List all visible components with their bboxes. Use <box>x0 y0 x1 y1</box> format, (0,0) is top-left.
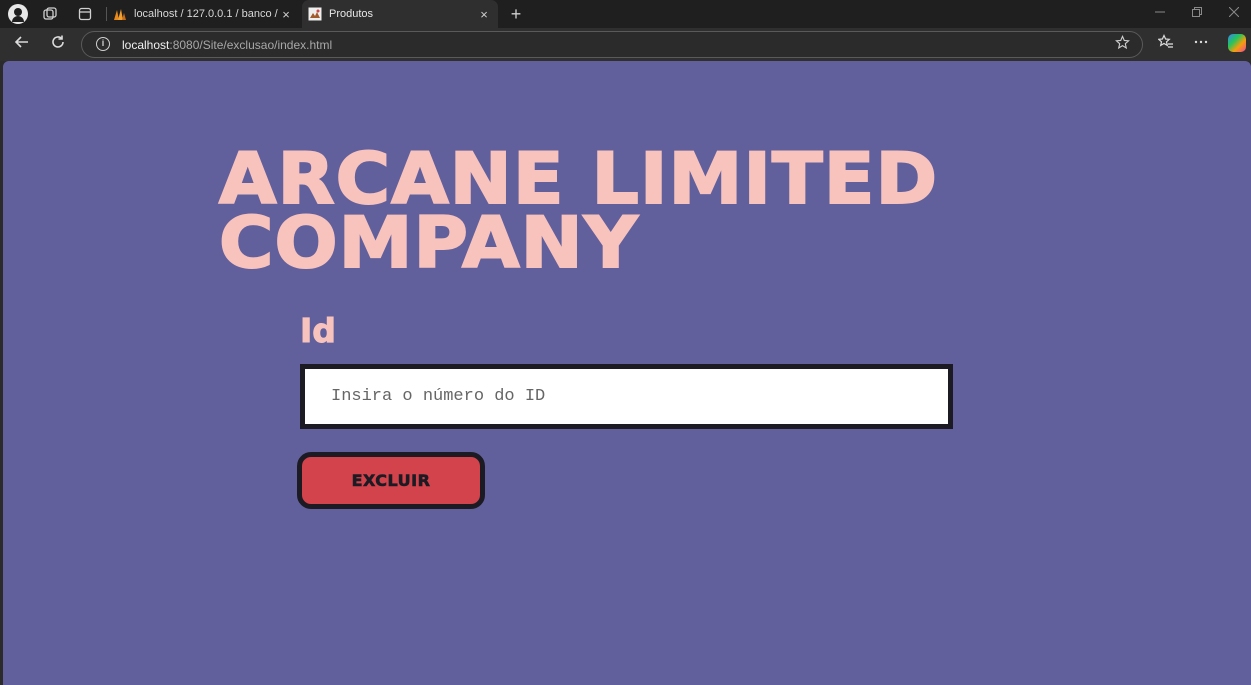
restore-icon[interactable] <box>1192 6 1202 20</box>
back-arrow-icon[interactable] <box>11 34 33 56</box>
workspaces-icon[interactable] <box>40 4 60 24</box>
phpmyadmin-favicon-icon <box>114 9 126 20</box>
tab-phpmyadmin[interactable]: localhost / 127.0.0.1 / banco / pro × <box>107 0 300 28</box>
copilot-icon[interactable] <box>1228 34 1246 52</box>
tab-produtos[interactable]: Produtos × <box>302 0 498 28</box>
tab-title: localhost / 127.0.0.1 / banco / pro <box>134 8 278 20</box>
close-tab-icon[interactable]: × <box>476 7 492 22</box>
url-host: localhost <box>122 38 170 52</box>
page-viewport: ARCANE LIMITED COMPANY Id EXCLUIR <box>3 61 1251 685</box>
minimize-icon[interactable] <box>1155 6 1165 20</box>
site-info-icon[interactable]: i <box>96 37 110 51</box>
browser-titlebar: localhost / 127.0.0.1 / banco / pro × Pr… <box>0 0 1251 28</box>
favorite-star-icon[interactable] <box>1115 35 1130 54</box>
produtos-favicon-icon <box>308 7 322 21</box>
url-text[interactable]: localhost:8080/Site/exclusao/index.html <box>122 38 332 52</box>
excluir-button[interactable]: EXCLUIR <box>297 452 485 509</box>
url-path: :8080/Site/exclusao/index.html <box>169 38 333 52</box>
browser-toolbar: i localhost:8080/Site/exclusao/index.htm… <box>0 28 1251 61</box>
vertical-tabs-icon[interactable] <box>75 4 95 24</box>
tab-title: Produtos <box>329 8 374 20</box>
address-bar[interactable]: i localhost:8080/Site/exclusao/index.htm… <box>81 31 1143 58</box>
more-options-icon[interactable] <box>1190 34 1212 56</box>
refresh-icon[interactable] <box>47 34 69 56</box>
page-title: ARCANE LIMITED COMPANY <box>218 138 939 284</box>
new-tab-button[interactable]: + <box>506 4 526 24</box>
id-label: Id <box>300 311 337 351</box>
favorites-icon[interactable] <box>1155 34 1177 56</box>
id-input[interactable] <box>300 364 953 429</box>
profile-icon[interactable] <box>8 4 28 24</box>
close-window-icon[interactable] <box>1228 6 1240 20</box>
close-tab-icon[interactable]: × <box>278 7 294 22</box>
